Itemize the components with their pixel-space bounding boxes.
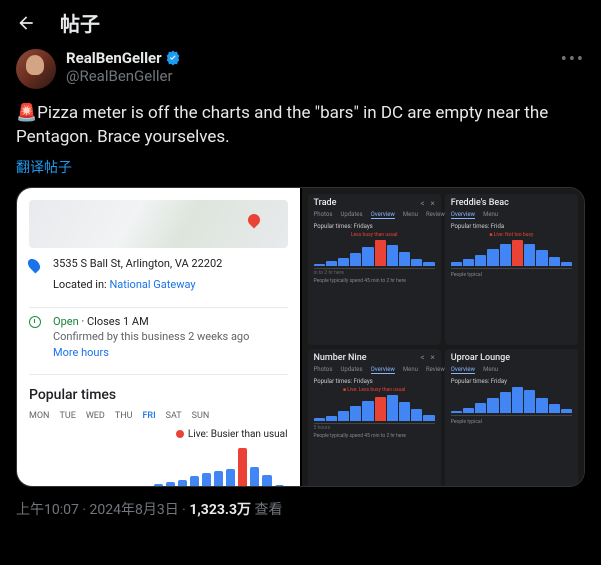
live-dot-icon [176,430,184,438]
media-image-right[interactable]: Trade<× PhotosUpdatesOverviewMenuReviews… [302,188,585,487]
share-icon: < [420,199,424,208]
clock-icon [29,316,41,328]
tweet: RealBenGeller @RealBenGeller ••• 🚨Pizza … [0,45,601,531]
display-name[interactable]: RealBenGeller [66,49,162,67]
media-grid[interactable]: 3535 S Ball St, Arlington, VA 22202 Loca… [16,187,585,487]
located-in-link: National Gateway [109,278,195,291]
location-pin-icon [26,257,43,274]
panel-number-nine: Number Nine<× PhotosUpdatesOverviewMenuR… [308,349,441,487]
map-thumbnail [29,200,288,248]
verified-badge-icon [164,49,182,67]
panel-freddies: Freddie's Beac OverviewMenu Popular time… [445,194,578,345]
address-text: 3535 S Ball St, Arlington, VA 22202 [53,256,288,271]
back-arrow-icon[interactable] [16,13,36,33]
panel-uproar: Uproar Lounge OverviewMenu Popular times… [445,349,578,487]
post-meta: 上午10:07 · 2024年8月3日 · 1,323.3万 查看 [16,499,585,519]
popular-times-chart [29,446,288,487]
translate-link[interactable]: 翻译帖子 [16,157,72,177]
close-icon: × [430,199,434,208]
post-text: 🚨Pizza meter is off the charts and the "… [16,101,585,149]
panel-trade: Trade<× PhotosUpdatesOverviewMenuReviews… [308,194,441,345]
share-icon: < [420,353,424,362]
user-handle[interactable]: @RealBenGeller [66,67,551,85]
days-tabs: MON TUE WED THU FRI SAT SUN [29,411,288,421]
popular-times-heading: Popular times [29,387,288,403]
more-button[interactable]: ••• [561,49,585,70]
page-title: 帖子 [60,8,100,37]
media-image-left[interactable]: 3535 S Ball St, Arlington, VA 22202 Loca… [17,188,300,487]
avatar[interactable] [16,49,56,89]
close-icon: × [430,353,434,362]
map-pin-icon [245,212,262,229]
